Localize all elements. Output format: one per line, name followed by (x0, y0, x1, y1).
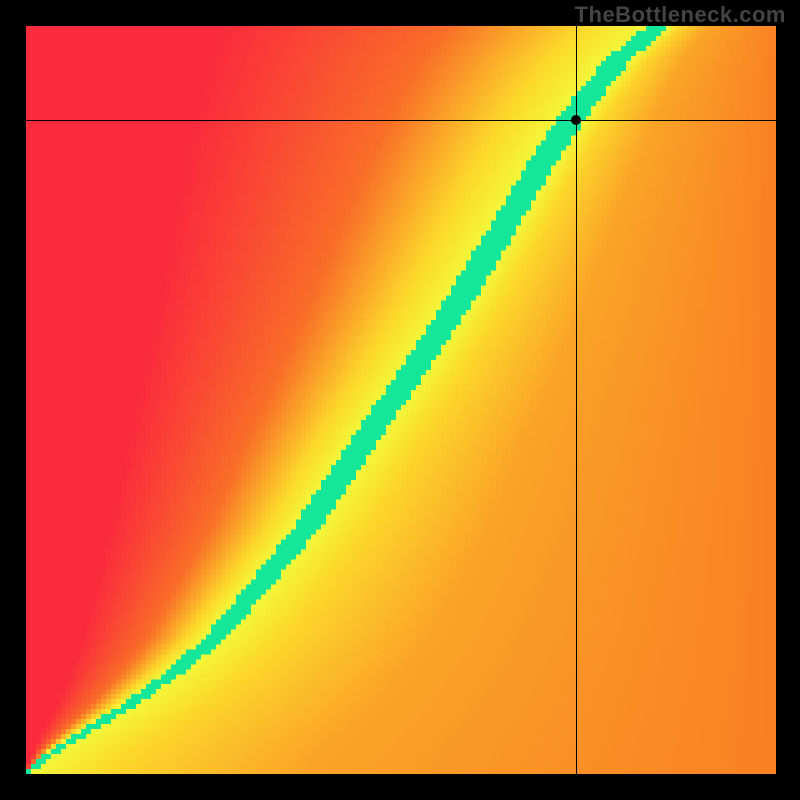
heatmap-plot (26, 26, 776, 774)
watermark-text: TheBottleneck.com (575, 2, 786, 28)
crosshair-horizontal (26, 120, 776, 121)
crosshair-vertical (576, 26, 577, 774)
marker-dot (571, 115, 581, 125)
chart-container: TheBottleneck.com (0, 0, 800, 800)
heatmap-canvas (26, 26, 776, 774)
